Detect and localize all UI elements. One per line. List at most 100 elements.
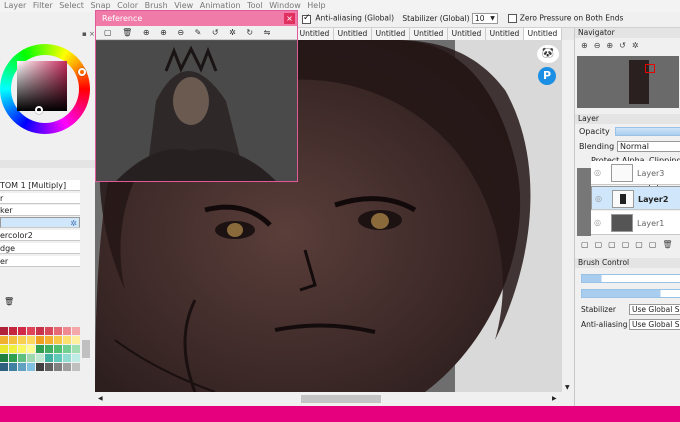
- color-swatch[interactable]: [0, 336, 8, 344]
- layer-row-ercolor2[interactable]: ercolor2: [0, 230, 80, 241]
- color-swatch[interactable]: [72, 345, 80, 353]
- hue-picker-handle[interactable]: [78, 68, 86, 76]
- layer-row-selected[interactable]: ✲: [0, 217, 80, 228]
- scroll-left-icon[interactable]: ◀: [98, 395, 103, 402]
- color-swatch[interactable]: [27, 363, 35, 371]
- tab-untitled-1[interactable]: Untitled: [296, 28, 334, 40]
- navigator-viewport[interactable]: [645, 64, 655, 73]
- menu-filter[interactable]: Filter: [33, 0, 53, 12]
- color-swatch[interactable]: [0, 363, 8, 371]
- rotate-reset-icon[interactable]: ✲: [229, 26, 236, 40]
- tab-untitled-3[interactable]: Untitled: [372, 28, 410, 40]
- delete-layer-icon[interactable]: 🗑: [662, 240, 678, 249]
- delete-icon[interactable]: 🗑: [122, 26, 132, 40]
- color-swatch[interactable]: [9, 354, 17, 362]
- stabilizer-select[interactable]: 10 ▼: [471, 12, 498, 24]
- eye-icon[interactable]: ◎: [595, 194, 602, 204]
- sv-picker-handle[interactable]: [35, 106, 43, 114]
- zoom-out-icon[interactable]: ⊖: [177, 26, 184, 40]
- color-swatch[interactable]: [45, 327, 53, 335]
- color-swatch[interactable]: [9, 345, 17, 353]
- brush-stabilizer-select[interactable]: Use Global Setting: [629, 304, 680, 315]
- eye-icon[interactable]: ◎: [594, 168, 601, 177]
- layer-row-layer1[interactable]: ◎ Layer1: [591, 211, 680, 235]
- color-swatch[interactable]: [36, 345, 44, 353]
- scroll-down-icon[interactable]: ▼: [565, 384, 570, 391]
- gear-icon[interactable]: ✲: [70, 218, 77, 227]
- rotate-left-icon[interactable]: ↺: [212, 26, 219, 40]
- color-swatch[interactable]: [18, 336, 26, 344]
- color-swatch[interactable]: [18, 363, 26, 371]
- color-swatch[interactable]: [63, 327, 71, 335]
- scroll-right-icon[interactable]: ▶: [552, 395, 557, 402]
- color-swatch[interactable]: [9, 327, 17, 335]
- color-swatch[interactable]: [72, 354, 80, 362]
- zoom-in-icon[interactable]: ⊕: [581, 41, 594, 50]
- zoom-fit-icon[interactable]: ⊕: [143, 26, 150, 40]
- color-swatch[interactable]: [36, 363, 44, 371]
- new-layer-icon[interactable]: ▢: [581, 240, 595, 249]
- color-swatch[interactable]: [36, 336, 44, 344]
- color-swatch[interactable]: [45, 336, 53, 344]
- zoom-out-icon[interactable]: ⊖: [594, 41, 607, 50]
- color-swatch[interactable]: [54, 354, 62, 362]
- swatch-scrollbar[interactable]: [82, 340, 90, 358]
- layer-row-ker[interactable]: ker: [0, 205, 80, 216]
- color-swatch[interactable]: [0, 354, 8, 362]
- color-swatch[interactable]: [63, 354, 71, 362]
- color-swatch[interactable]: [36, 354, 44, 362]
- tab-untitled-2[interactable]: Untitled: [334, 28, 372, 40]
- close-icon[interactable]: ×: [284, 13, 295, 24]
- copy-layer-icon[interactable]: ▢: [622, 240, 636, 249]
- rotate-reset-icon[interactable]: ✲: [632, 41, 645, 50]
- color-swatch[interactable]: [54, 336, 62, 344]
- color-swatch[interactable]: [18, 327, 26, 335]
- blending-select[interactable]: Normal: [617, 141, 680, 152]
- brush-size-slider[interactable]: [581, 274, 680, 283]
- saturation-value-square[interactable]: [17, 61, 67, 111]
- eyedropper-icon[interactable]: ✎: [195, 26, 202, 40]
- panel-menu-icon[interactable]: ▪ ×: [82, 30, 95, 38]
- reference-title-bar[interactable]: Reference: [96, 11, 297, 26]
- flip-icon[interactable]: ⇋: [264, 26, 271, 40]
- zoom-in-icon[interactable]: ⊕: [160, 26, 167, 40]
- color-swatch[interactable]: [9, 336, 17, 344]
- color-swatch[interactable]: [36, 327, 44, 335]
- tab-untitled-active[interactable]: Untitled: [524, 28, 562, 40]
- new-vector-layer-icon[interactable]: ▢: [595, 240, 609, 249]
- layer-scrollbar[interactable]: [577, 168, 591, 236]
- color-swatches[interactable]: [0, 327, 80, 371]
- color-swatch[interactable]: [0, 345, 8, 353]
- layer-row-layer3[interactable]: ◎ Layer3: [591, 161, 680, 185]
- layer-row-r[interactable]: r: [0, 193, 80, 204]
- tab-untitled-5[interactable]: Untitled: [448, 28, 486, 40]
- color-swatch[interactable]: [72, 327, 80, 335]
- color-swatch[interactable]: [45, 354, 53, 362]
- color-swatch[interactable]: [27, 345, 35, 353]
- opacity-slider[interactable]: [615, 127, 680, 136]
- zero-pressure-checkbox[interactable]: [508, 13, 518, 23]
- color-swatch[interactable]: [18, 354, 26, 362]
- color-swatch[interactable]: [72, 336, 80, 344]
- brush-density-slider[interactable]: [581, 289, 680, 298]
- brush-antialias-select[interactable]: Use Global Setting: [629, 319, 680, 330]
- rotate-icon[interactable]: ↺: [619, 41, 632, 50]
- color-swatch[interactable]: [63, 363, 71, 371]
- zoom-reset-icon[interactable]: ⊕: [606, 41, 619, 50]
- antialias-checkbox[interactable]: [302, 13, 311, 24]
- layer-row-layer2[interactable]: ◎ Layer2: [591, 186, 680, 210]
- trash-icon[interactable]: 🗑: [4, 297, 14, 306]
- color-swatch[interactable]: [54, 363, 62, 371]
- color-swatch[interactable]: [72, 363, 80, 371]
- horizontal-scroll-thumb[interactable]: [301, 395, 381, 403]
- color-swatch[interactable]: [45, 363, 53, 371]
- color-swatch[interactable]: [63, 345, 71, 353]
- canvas-horizontal-scrollbar[interactable]: ◀ ▶: [95, 392, 562, 406]
- color-swatch[interactable]: [27, 354, 35, 362]
- color-swatch[interactable]: [18, 345, 26, 353]
- tab-untitled-6[interactable]: Untitled: [486, 28, 524, 40]
- menu-help[interactable]: Help: [307, 0, 325, 12]
- new-folder-icon[interactable]: ▢: [608, 240, 622, 249]
- new-icon[interactable]: ▢: [104, 26, 112, 40]
- clear-layer-icon[interactable]: ▢: [649, 240, 663, 249]
